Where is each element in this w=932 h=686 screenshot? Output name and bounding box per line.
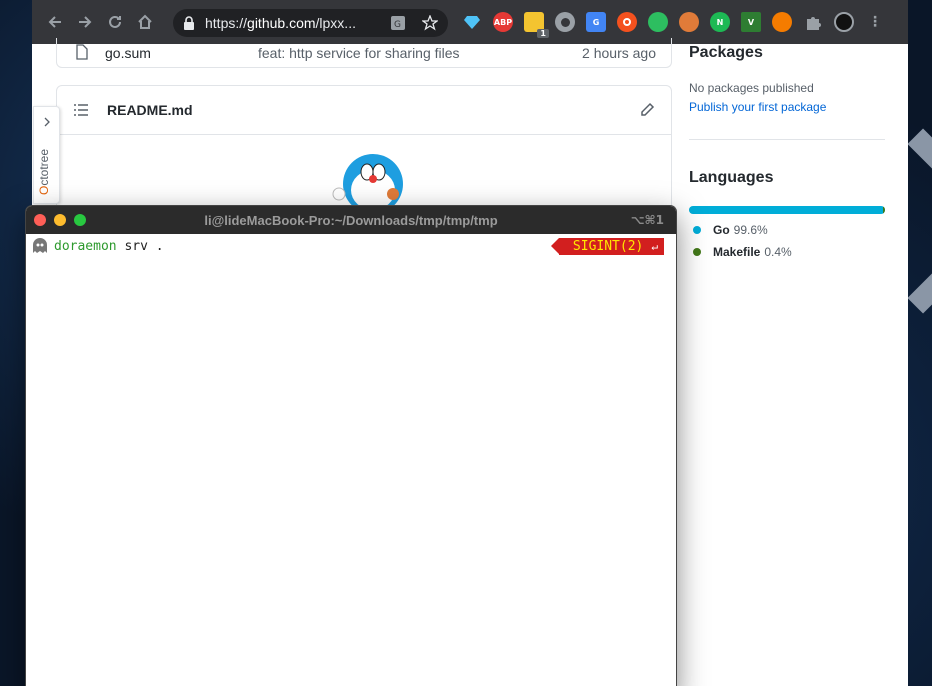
signal-status-badge: SIGINT(2) ↵ — [550, 238, 664, 255]
octotree-toggle[interactable]: Octotree — [33, 106, 60, 204]
abp-icon[interactable]: ABP — [493, 12, 513, 32]
monkey-icon[interactable] — [679, 12, 699, 32]
signal-label: SIGINT(2) — [572, 239, 644, 254]
commit-message[interactable]: feat: http service for sharing files — [258, 45, 460, 61]
forward-arrow-icon — [79, 16, 92, 28]
close-button[interactable] — [34, 214, 46, 226]
back-arrow-icon — [48, 16, 61, 28]
language-makefile[interactable]: Makefile 0.4% — [689, 245, 792, 259]
packages-heading: Packages — [689, 44, 763, 61]
ghost-prompt-icon — [33, 238, 47, 253]
zoom-button[interactable] — [74, 214, 86, 226]
bookmark-star-icon[interactable] — [422, 15, 438, 31]
wallpaper-stripe — [907, 248, 932, 314]
terminal-window[interactable]: li@lideMacBook-Pro:~/Downloads/tmp/tmp/t… — [26, 206, 676, 686]
evernote-icon[interactable] — [648, 12, 668, 32]
terminal-titlebar[interactable]: li@lideMacBook-Pro:~/Downloads/tmp/tmp/t… — [26, 206, 676, 234]
readme-header: README.md — [57, 86, 671, 135]
bullseye-icon[interactable] — [617, 12, 637, 32]
back-button[interactable] — [40, 7, 70, 37]
home-button[interactable] — [130, 7, 160, 37]
sapphire-icon[interactable] — [462, 12, 482, 32]
edit-pencil-icon[interactable] — [639, 102, 655, 118]
google-translate-icon[interactable]: G — [586, 12, 606, 32]
tiger-icon[interactable] — [772, 12, 792, 32]
octotree-label: Octotree — [37, 148, 51, 196]
readme-title: README.md — [107, 102, 193, 118]
return-icon: ↵ — [651, 240, 658, 253]
circle-ext-icon[interactable] — [555, 12, 575, 32]
packages-text: No packages published — [689, 81, 814, 95]
sidebar-divider — [689, 139, 885, 140]
n-icon[interactable]: N — [710, 12, 730, 32]
lock-icon — [184, 16, 194, 30]
vimium-icon[interactable]: V — [741, 12, 761, 32]
language-name: Go — [713, 223, 730, 237]
svg-text:G: G — [394, 20, 401, 30]
makefile-dot-icon — [693, 248, 701, 256]
avatar-icon[interactable] — [834, 12, 854, 32]
minimize-button[interactable] — [54, 214, 66, 226]
publish-package-link[interactable]: Publish your first package — [689, 100, 826, 114]
language-percent: 99.6% — [733, 223, 768, 237]
translate-page-icon[interactable]: G — [390, 15, 406, 31]
puzzle-icon[interactable] — [803, 12, 823, 32]
command-args: srv . — [116, 238, 164, 254]
language-name: Makefile — [713, 245, 761, 259]
reload-button[interactable] — [100, 7, 130, 37]
terminal-title: li@lideMacBook-Pro:~/Downloads/tmp/tmp/t… — [204, 212, 498, 228]
file-icon — [76, 44, 88, 60]
url-text: https://github.com/lpxx... — [205, 15, 356, 31]
wallpaper-stripe — [907, 128, 932, 194]
sticky-note-icon[interactable]: 1 — [524, 12, 549, 38]
command-name: doraemon — [54, 238, 117, 254]
menu-kebab-icon[interactable]: ⋮ — [865, 12, 885, 32]
window-controls — [34, 214, 86, 226]
home-icon — [138, 14, 152, 29]
language-bar-makefile — [883, 206, 885, 214]
language-go[interactable]: Go 99.6% — [689, 223, 768, 237]
language-bar — [689, 206, 885, 214]
terminal-shortcut: ⌥⌘1 — [630, 213, 664, 227]
file-row[interactable]: go.sum feat: http service for sharing fi… — [56, 38, 672, 68]
prompt-line: doraemon srv . — [31, 238, 164, 254]
address-bar[interactable]: https://github.com/lpxx... G — [173, 9, 448, 37]
file-name[interactable]: go.sum — [105, 45, 151, 61]
doraemon-logo — [332, 154, 403, 212]
extension-badge: 1 — [537, 29, 549, 38]
go-dot-icon — [693, 226, 701, 234]
language-percent: 0.4% — [764, 245, 792, 259]
commit-time: 2 hours ago — [582, 44, 656, 61]
list-icon[interactable] — [73, 103, 89, 117]
forward-button[interactable] — [70, 7, 100, 37]
languages-heading: Languages — [689, 169, 774, 186]
chevron-right-icon — [44, 117, 50, 127]
reload-icon — [109, 15, 121, 28]
terminal-body[interactable]: doraemon srv . SIGINT(2) ↵ — [26, 234, 676, 686]
extensions-bar: ABP 1 G N V ⋮ — [462, 12, 885, 38]
